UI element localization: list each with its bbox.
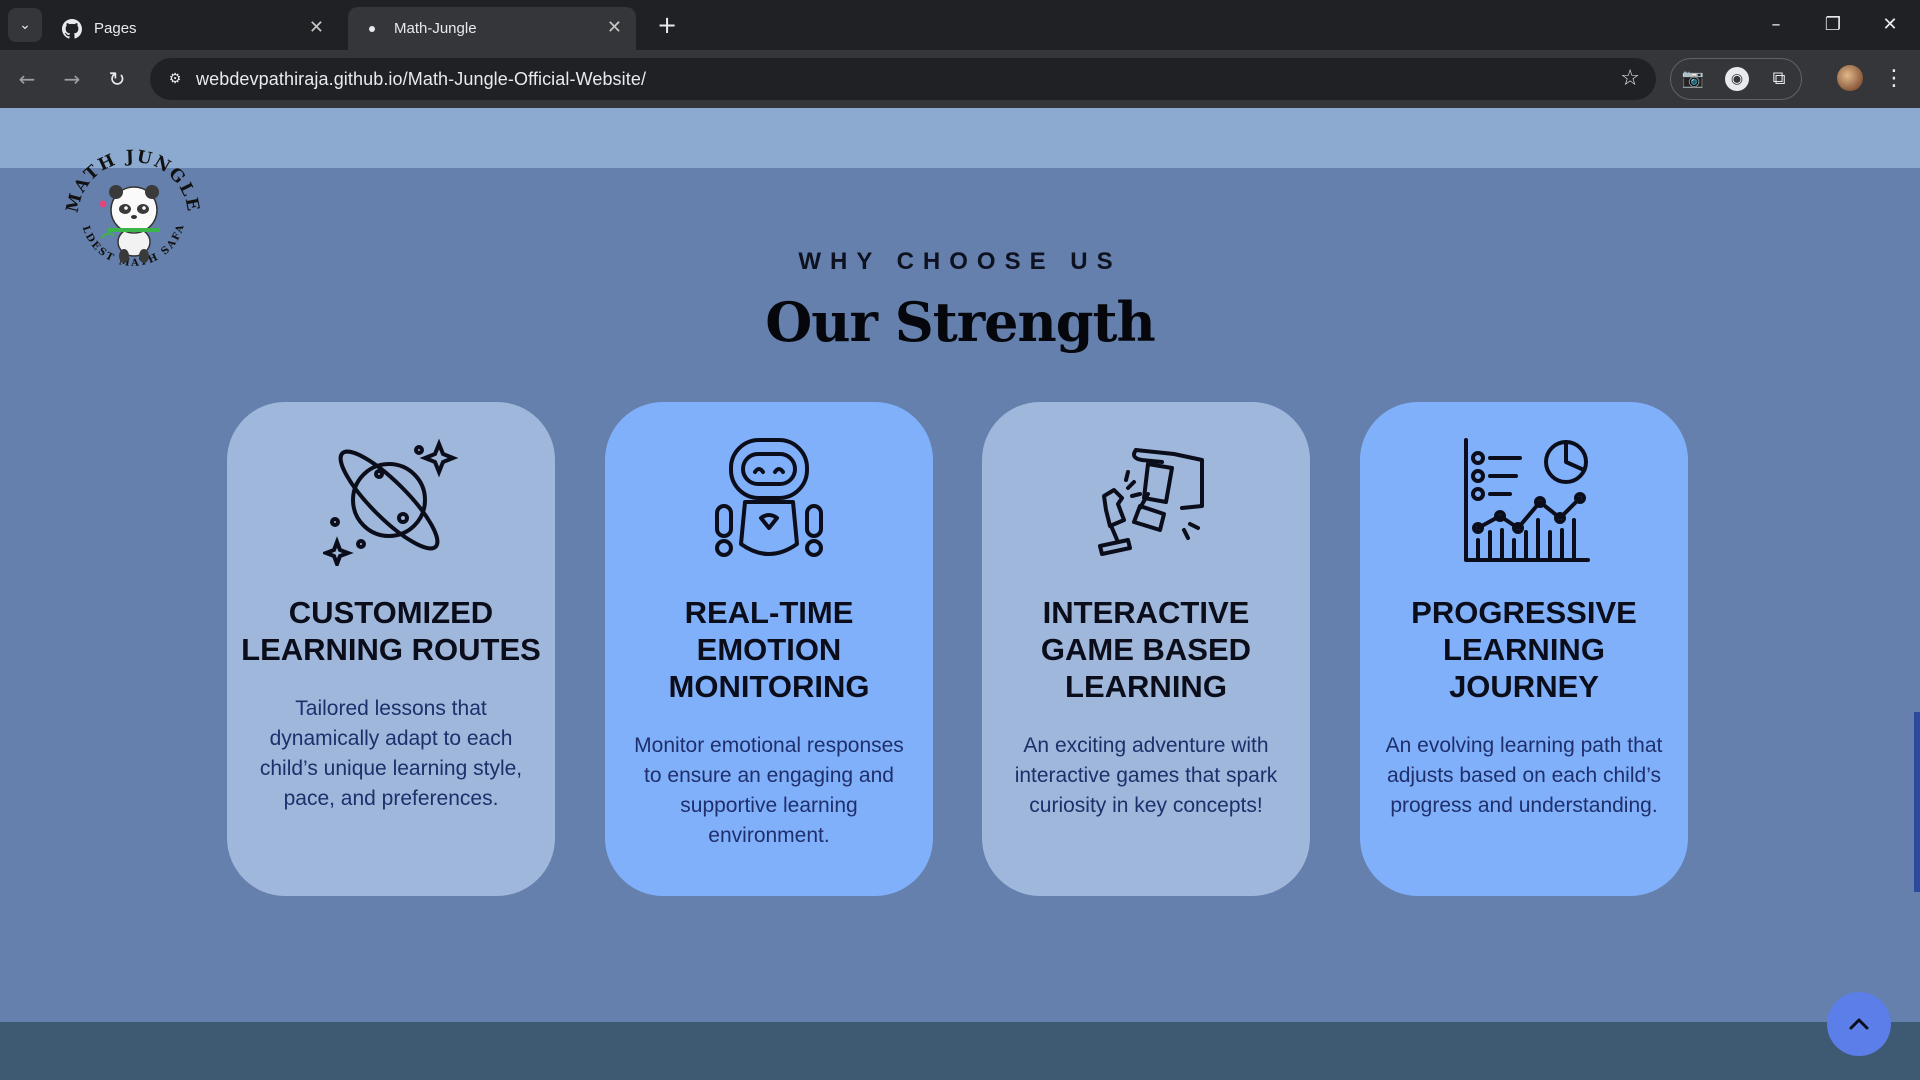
card-description: An exciting adventure with interactive g… xyxy=(1014,734,1278,817)
tab-title: Math-Jungle xyxy=(394,20,477,37)
site-nav-bar xyxy=(0,108,1920,168)
extensions-group: 📷 ◉ ⧉ xyxy=(1670,58,1802,100)
strength-card-emotion-monitoring: REAL-TIME EMOTION MONITORING Monitor emo… xyxy=(605,402,933,896)
camera-extension-icon[interactable]: 📷 xyxy=(1681,67,1705,91)
minimize-icon[interactable]: – xyxy=(1756,8,1796,42)
bookmark-star-icon[interactable]: ☆ xyxy=(1620,66,1640,91)
card-description: Monitor emotional responses to ensure an… xyxy=(634,734,904,847)
analytics-chart-icon xyxy=(1464,438,1590,562)
section-eyebrow: WHY CHOOSE US xyxy=(798,248,1122,275)
menu-kebab-icon[interactable]: ⋮ xyxy=(1880,62,1908,96)
tab-title: Pages xyxy=(94,20,137,37)
card-title: PROGRESSIVE LEARNING JOURNEY xyxy=(1411,595,1637,704)
section-title: Our Strength xyxy=(765,290,1156,354)
strength-card-progressive-journey: PROGRESSIVE LEARNING JOURNEY An evolving… xyxy=(1360,402,1688,896)
close-window-icon[interactable]: ✕ xyxy=(1870,8,1910,42)
address-bar[interactable]: ⚙ webdevpathiraja.github.io/Math-Jungle-… xyxy=(150,58,1656,100)
chevron-up-icon xyxy=(1849,1018,1869,1030)
card-title: INTERACTIVE GAME BASED LEARNING xyxy=(1040,595,1252,704)
robot-icon xyxy=(715,438,823,557)
profile-avatar[interactable] xyxy=(1837,65,1863,91)
browser-toolbar: ← → ↻ ⚙ webdevpathiraja.github.io/Math-J… xyxy=(0,50,1920,108)
footer-section xyxy=(0,1022,1920,1080)
page-scrollbar-thumb[interactable] xyxy=(1914,712,1920,892)
tab-pages[interactable]: Pages ✕ xyxy=(48,7,338,50)
strength-card-game-based-learning: INTERACTIVE GAME BASED LEARNING An excit… xyxy=(982,402,1310,896)
forward-arrow-icon[interactable]: → xyxy=(55,62,89,96)
page-content: MATH JUNGLE WILDEST MATH SAFARI xyxy=(0,108,1920,1080)
puzzle-extensions-icon[interactable]: ⧉ xyxy=(1767,67,1791,91)
card-title: REAL-TIME EMOTION MONITORING xyxy=(668,595,870,704)
browser-tab-bar: ⌄ Pages ✕ Math-Jungle ✕ + – ❐ ✕ xyxy=(0,0,1920,50)
close-tab-icon[interactable]: ✕ xyxy=(607,17,622,38)
back-arrow-icon[interactable]: ← xyxy=(10,62,44,96)
url-text[interactable]: webdevpathiraja.github.io/Math-Jungle-Of… xyxy=(196,69,646,90)
chess-hand-icon xyxy=(1098,448,1204,556)
site-info-icon[interactable]: ⚙ xyxy=(164,68,186,90)
tab-search-button[interactable]: ⌄ xyxy=(8,8,42,42)
site-favicon-icon xyxy=(362,19,382,39)
new-tab-button[interactable]: + xyxy=(652,10,682,40)
planet-icon xyxy=(323,438,459,566)
card-description: An evolving learning path that adjusts b… xyxy=(1385,734,1663,817)
github-icon xyxy=(62,18,82,39)
tab-math-jungle[interactable]: Math-Jungle ✕ xyxy=(348,7,636,50)
card-title: CUSTOMIZED LEARNING ROUTES xyxy=(241,595,541,667)
strength-card-customized-learning: CUSTOMIZED LEARNING ROUTES Tailored less… xyxy=(227,402,555,896)
scroll-to-top-button[interactable] xyxy=(1827,992,1891,1056)
translate-extension-icon[interactable]: ◉ xyxy=(1725,67,1749,91)
close-tab-icon[interactable]: ✕ xyxy=(309,17,324,38)
restore-icon[interactable]: ❐ xyxy=(1813,8,1853,42)
reload-icon[interactable]: ↻ xyxy=(100,62,134,96)
card-description: Tailored lessons that dynamically adapt … xyxy=(259,697,523,810)
